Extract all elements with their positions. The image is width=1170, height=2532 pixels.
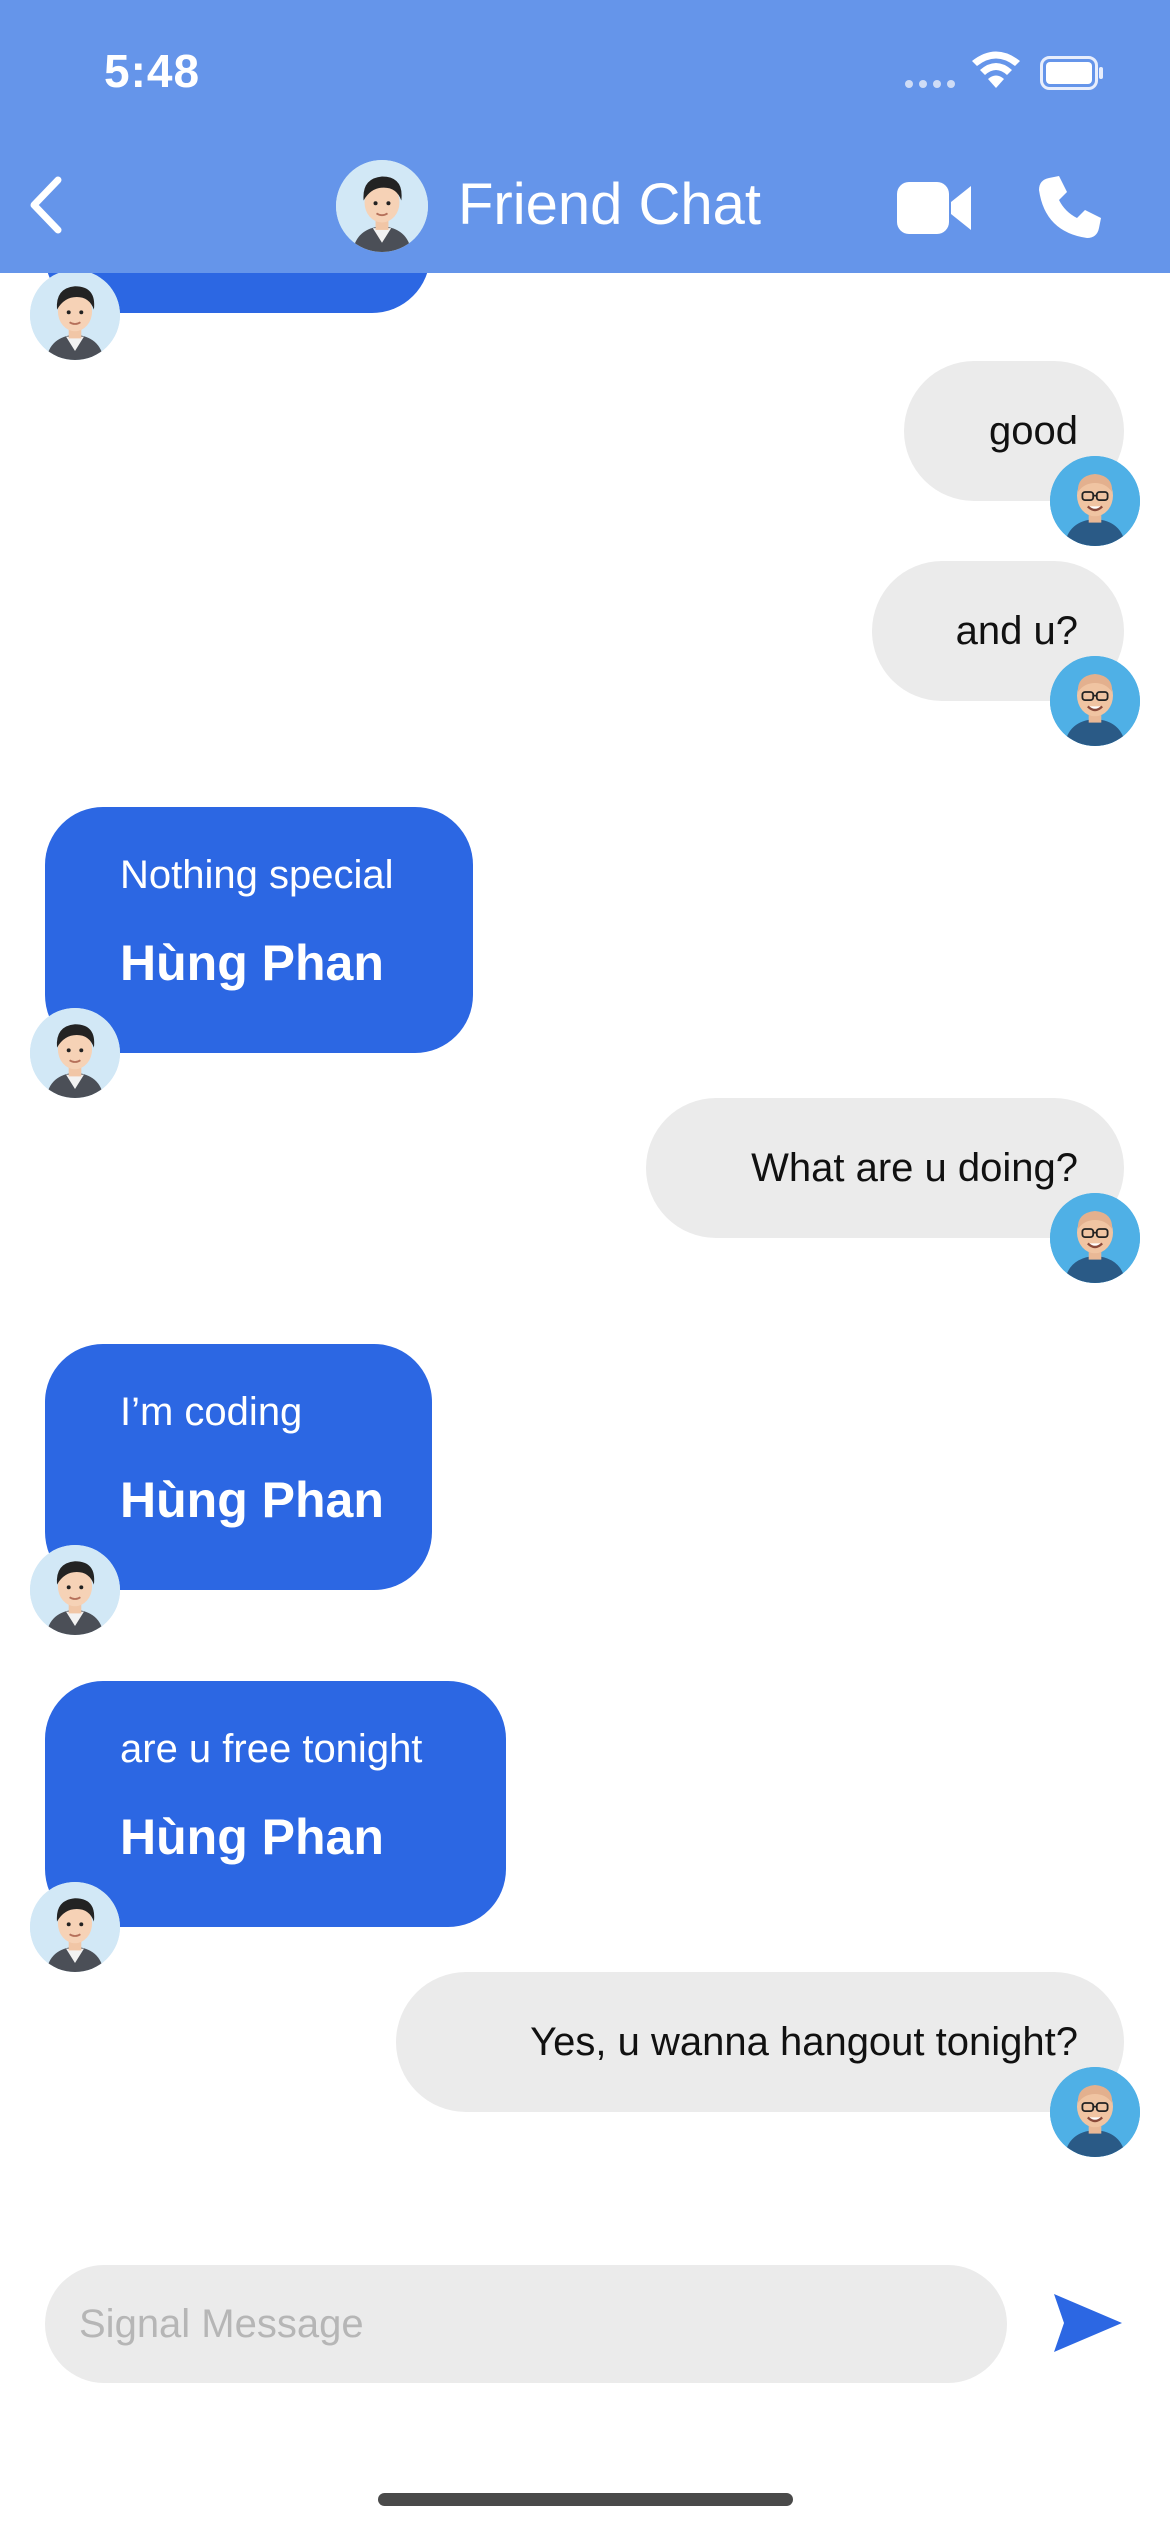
message-text: I’m coding <box>120 1390 303 1434</box>
home-indicator[interactable] <box>378 2493 793 2506</box>
message-text: Nothing special <box>120 853 394 897</box>
sender-name: Hùng Phan <box>120 935 384 991</box>
incoming-message: I’m coding Hùng Phan <box>45 1344 432 1590</box>
chat-header: Friend Chat <box>0 140 1170 273</box>
cellular-signal-icon <box>905 80 955 88</box>
friend-avatar <box>30 1545 120 1635</box>
my-avatar <box>1050 656 1140 746</box>
outgoing-message: Yes, u wanna hangout tonight? <box>396 1972 1124 2112</box>
friend-avatar <box>30 1008 120 1098</box>
status-time: 5:48 <box>104 45 201 97</box>
phone-icon[interactable] <box>1035 172 1105 242</box>
message-input[interactable] <box>45 2265 1007 2383</box>
my-avatar <box>1050 2067 1140 2157</box>
battery-icon <box>1040 56 1103 90</box>
my-avatar <box>1050 456 1140 546</box>
send-icon[interactable] <box>1050 2290 1126 2356</box>
incoming-message: are u free tonight Hùng Phan <box>45 1681 506 1927</box>
sender-name: Hùng Phan <box>120 1809 384 1865</box>
message-list[interactable]: good and u? Nothing special Hùng Phan Wh… <box>0 273 1170 2213</box>
sender-name: Hùng Phan <box>120 1472 384 1528</box>
friend-avatar <box>30 273 120 360</box>
contact-avatar[interactable] <box>336 160 428 252</box>
message-text: are u free tonight <box>120 1727 423 1771</box>
video-camera-icon[interactable] <box>895 178 975 238</box>
chat-title: Friend Chat <box>458 172 762 237</box>
friend-avatar <box>30 1882 120 1972</box>
my-avatar <box>1050 1193 1140 1283</box>
message-text: good <box>989 408 1078 453</box>
wifi-icon <box>972 51 1020 88</box>
message-text: Yes, u wanna hangout tonight? <box>530 2019 1078 2064</box>
message-text: What are u doing? <box>751 1145 1078 1190</box>
back-chevron-icon[interactable] <box>20 170 80 240</box>
message-text: and u? <box>955 608 1078 653</box>
status-bar: 5:48 <box>0 0 1170 140</box>
incoming-message: Nothing special Hùng Phan <box>45 807 473 1053</box>
outgoing-message: What are u doing? <box>646 1098 1124 1238</box>
